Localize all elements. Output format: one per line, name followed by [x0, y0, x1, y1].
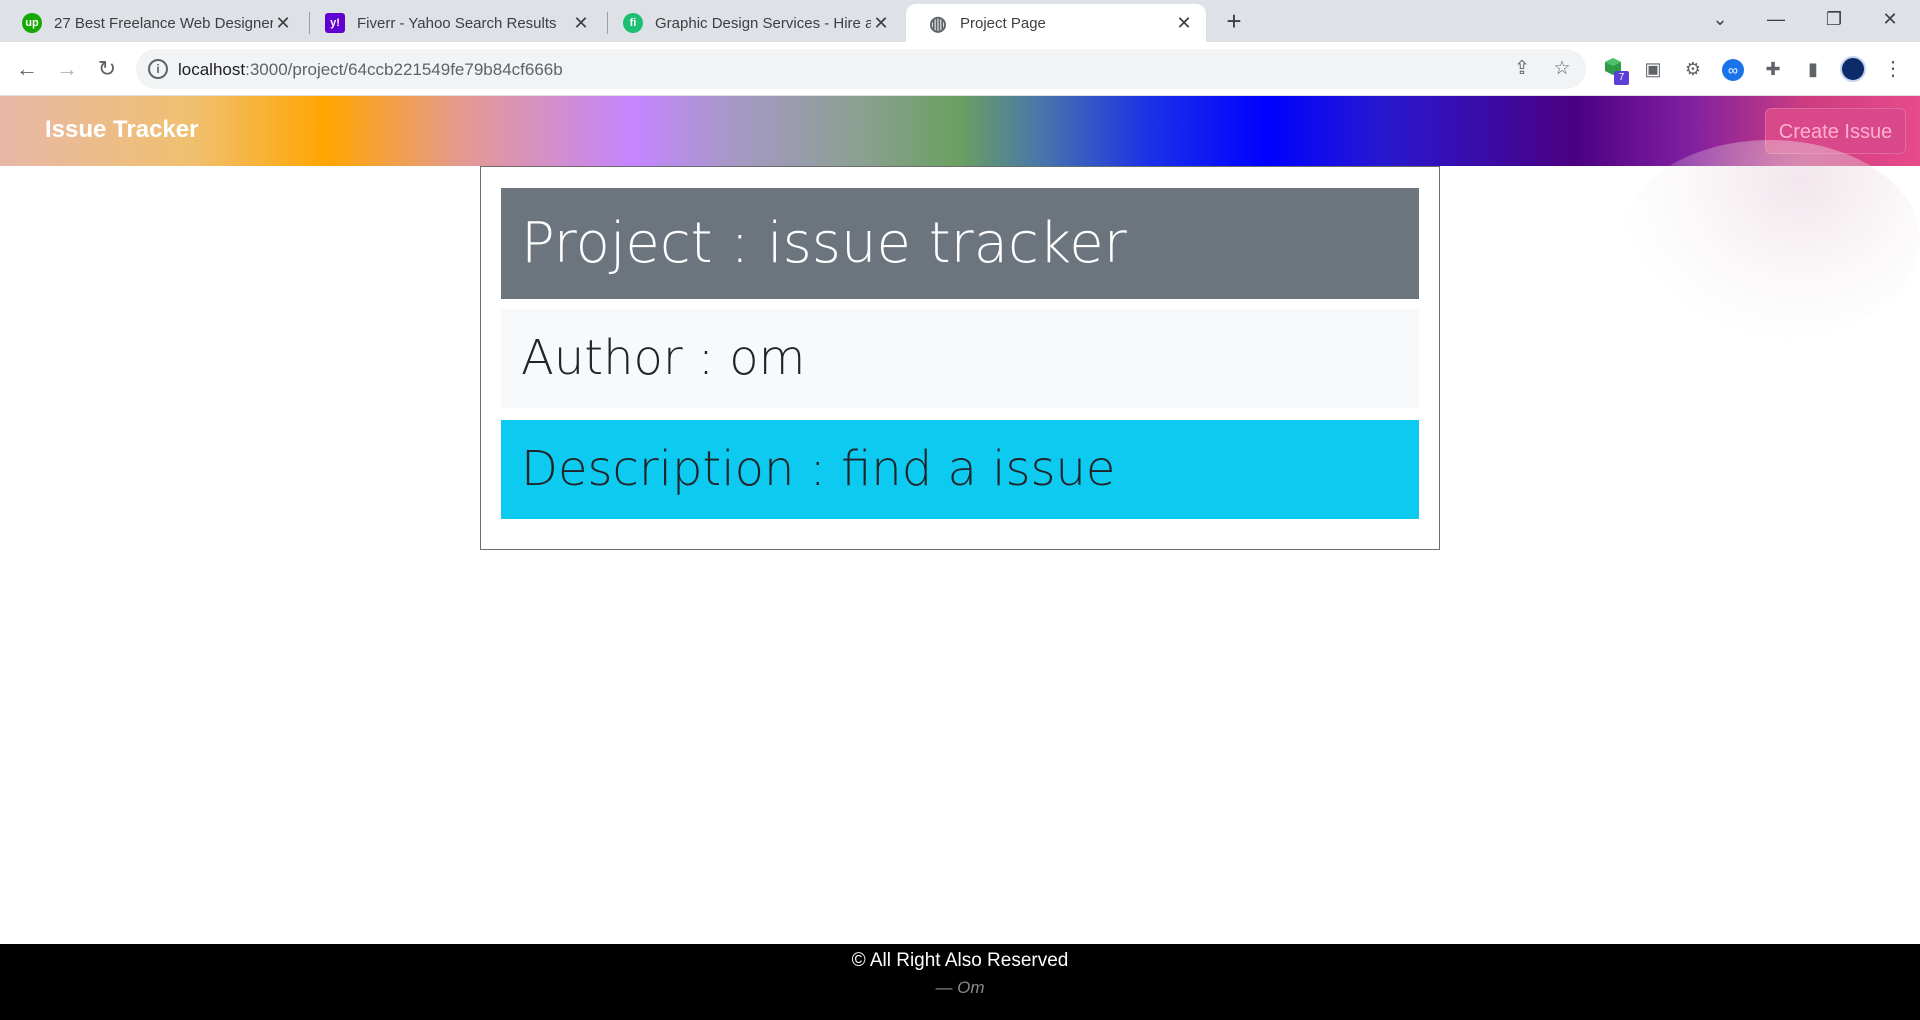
- tab-fiverr[interactable]: fi Graphic Design Services - Hire a ✕: [601, 4, 903, 42]
- upwork-icon: up: [22, 13, 42, 33]
- bookmark-star-icon[interactable]: ☆: [1550, 57, 1574, 81]
- extension-gear-icon[interactable]: ⚙: [1680, 56, 1706, 82]
- page-footer: © All Right Also Reserved — Om: [0, 944, 1920, 1020]
- url-text[interactable]: localhost:3000/project/64ccb221549fe79b8…: [178, 60, 563, 80]
- footer-signature: — Om: [935, 978, 985, 997]
- restore-icon[interactable]: ❐: [1806, 0, 1862, 38]
- tab-project-page[interactable]: ◍ Project Page ✕: [906, 4, 1206, 42]
- tab-yahoo[interactable]: y! Fiverr - Yahoo Search Results ✕: [303, 4, 603, 42]
- close-icon[interactable]: ✕: [571, 13, 591, 34]
- extension-badge: 7: [1614, 71, 1629, 85]
- close-icon[interactable]: ✕: [1174, 13, 1194, 34]
- extensions-puzzle-icon[interactable]: ✚: [1760, 56, 1786, 82]
- tab-title: Fiverr - Yahoo Search Results: [357, 14, 557, 32]
- yahoo-icon: y!: [325, 13, 345, 33]
- globe-icon: ◍: [929, 12, 947, 35]
- project-details-card: Project : issue tracker Author : om Desc…: [480, 166, 1440, 550]
- tab-title: 27 Best Freelance Web Designers: [54, 14, 273, 32]
- address-bar[interactable]: i localhost:3000/project/64ccb221549fe79…: [136, 49, 1586, 89]
- fiverr-icon: fi: [623, 13, 643, 33]
- window-close-icon[interactable]: ✕: [1862, 0, 1918, 38]
- tab-upwork[interactable]: up 27 Best Freelance Web Designers ✕: [0, 4, 305, 42]
- browser-tab-bar: up 27 Best Freelance Web Designers ✕ y! …: [0, 0, 1920, 42]
- tab-title: Project Page: [960, 14, 1046, 32]
- menu-kebab-icon[interactable]: ⋮: [1880, 56, 1906, 82]
- site-info-icon[interactable]: i: [148, 59, 168, 79]
- profile-avatar[interactable]: [1840, 56, 1866, 82]
- decorative-glow: [1620, 140, 1920, 340]
- url-host: localhost: [178, 60, 246, 79]
- side-panel-icon[interactable]: ▮: [1800, 56, 1826, 82]
- project-author-row: Author : om: [501, 309, 1419, 408]
- reload-icon[interactable]: ↻: [93, 55, 121, 83]
- project-title-row: Project : issue tracker: [501, 188, 1419, 299]
- share-icon[interactable]: ⇪: [1510, 57, 1534, 81]
- forward-icon[interactable]: →: [53, 55, 81, 83]
- extension-infinity-icon[interactable]: ∞: [1720, 56, 1746, 82]
- brand-title[interactable]: Issue Tracker: [45, 116, 198, 144]
- close-icon[interactable]: ✕: [273, 13, 293, 34]
- app-navbar: Issue Tracker Create Issue: [0, 96, 1920, 166]
- tab-title: Graphic Design Services - Hire a: [655, 14, 871, 32]
- back-icon[interactable]: ←: [13, 55, 41, 83]
- tab-search-icon[interactable]: ⌄: [1692, 0, 1748, 38]
- browser-toolbar: ← → ↻ i localhost:3000/project/64ccb2215…: [0, 42, 1920, 96]
- url-path: :3000/project/64ccb221549fe79b84cf666b: [245, 60, 563, 79]
- new-tab-button[interactable]: +: [1218, 6, 1250, 38]
- extension-box-icon[interactable]: ▣: [1640, 56, 1666, 82]
- project-description-row: Description : find a issue: [501, 420, 1419, 519]
- footer-copyright: © All Right Also Reserved: [851, 950, 1069, 971]
- close-icon[interactable]: ✕: [871, 13, 891, 34]
- minimize-icon[interactable]: —: [1748, 0, 1804, 38]
